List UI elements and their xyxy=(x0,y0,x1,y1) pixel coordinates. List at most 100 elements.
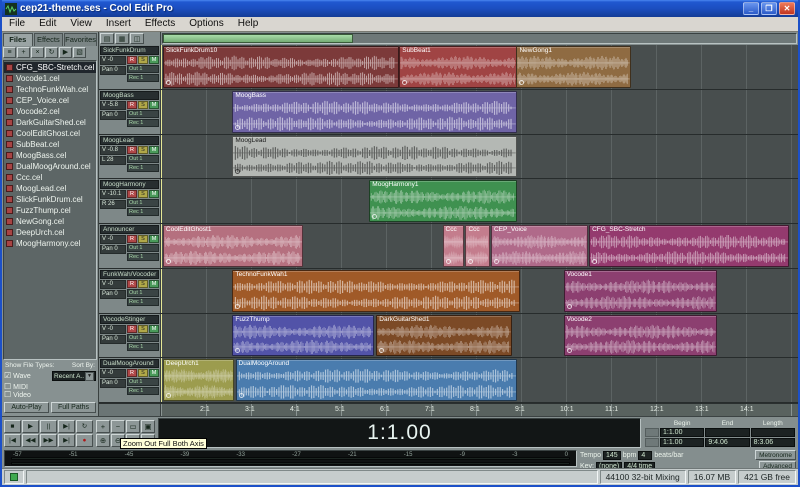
audio-clip[interactable]: SlickFunkDrum10 xyxy=(163,46,399,88)
track-lane[interactable]: DeepUrch1DualMoogAround xyxy=(161,358,798,402)
play-file-icon[interactable]: ▶ xyxy=(59,47,72,58)
file-item[interactable]: CoolEditGhost.cel xyxy=(4,128,96,139)
file-item[interactable]: MoogBass.cel xyxy=(4,150,96,161)
audio-clip[interactable]: MoogHarmony1 xyxy=(369,180,517,222)
track-pan[interactable]: Pan 0 xyxy=(100,379,126,388)
mute-button[interactable]: M xyxy=(149,190,159,198)
record-arm-button[interactable]: R xyxy=(127,325,137,333)
audio-clip[interactable]: CoolEditGhost1 xyxy=(163,225,303,267)
audio-clip[interactable]: NewGong1 xyxy=(516,46,631,88)
solo-button[interactable]: S xyxy=(138,325,148,333)
options-icon[interactable]: ▧ xyxy=(73,47,86,58)
record-arm-button[interactable]: R xyxy=(127,190,137,198)
track-volume[interactable]: V -0.8 xyxy=(100,146,126,155)
track-lane[interactable]: FuzzThumpDarkGuitarShed1Vocode2 xyxy=(161,314,798,358)
level-meter[interactable]: -57-51-45-39-33-27-21-15-9-30 xyxy=(4,450,577,467)
track-name[interactable]: MoogBass xyxy=(100,91,159,100)
track-volume[interactable]: V -0 xyxy=(100,235,126,244)
import-file-icon[interactable]: ≡ xyxy=(3,47,16,58)
audio-clip[interactable]: CFG_SBC-Stretch xyxy=(589,225,789,267)
record-arm-button[interactable]: R xyxy=(127,280,137,288)
audio-clip[interactable]: MoogLead xyxy=(232,136,517,178)
scrollbar-thumb[interactable] xyxy=(163,34,353,43)
track-output[interactable]: Out 1 xyxy=(127,289,159,297)
minimize-button[interactable]: _ xyxy=(743,2,759,15)
file-item[interactable]: TechnoFunkWah.cel xyxy=(4,84,96,95)
audio-clip[interactable]: SubBeat1 xyxy=(399,46,517,88)
record-arm-button[interactable]: R xyxy=(127,56,137,64)
loop-play-button[interactable]: ↻ xyxy=(76,420,93,433)
track-pan[interactable]: Pan 0 xyxy=(100,245,126,254)
solo-button[interactable]: S xyxy=(138,280,148,288)
rewind-button[interactable]: ◀◀ xyxy=(22,434,39,447)
zoom-out-icon[interactable]: − xyxy=(111,420,125,433)
tempo-field[interactable]: 145 xyxy=(603,451,621,460)
maximize-button[interactable]: ❐ xyxy=(761,2,777,15)
file-item[interactable]: MoogHarmony.cel xyxy=(4,238,96,249)
zoom-in-horizontal-icon[interactable]: ⊕ xyxy=(96,434,110,447)
go-to-end-button[interactable]: ▶| xyxy=(58,434,75,447)
view-field[interactable]: 1:1.00 xyxy=(660,438,704,447)
track-name[interactable]: FunkWah/Vocoder xyxy=(100,270,159,279)
file-item[interactable]: DarkGuitarShed.cel xyxy=(4,117,96,128)
track-volume[interactable]: V -0 xyxy=(100,280,126,289)
stop-button[interactable]: ■ xyxy=(4,420,21,433)
menu-view[interactable]: View xyxy=(63,17,99,31)
audio-clip[interactable]: Ccc xyxy=(465,225,489,267)
metronome-button[interactable]: Metronome xyxy=(755,450,796,460)
mute-button[interactable]: M xyxy=(149,280,159,288)
audio-clip[interactable]: CEP_Voice xyxy=(491,225,588,267)
track-lane[interactable]: MoogHarmony1 xyxy=(161,179,798,223)
audio-clip[interactable]: DeepUrch1 xyxy=(163,359,234,401)
track-lane[interactable]: CoolEditGhost1CccCccCEP_VoiceCFG_SBC-Str… xyxy=(161,224,798,268)
mute-button[interactable]: M xyxy=(149,146,159,154)
sort-by-select[interactable]: Recent A.. ▼ xyxy=(52,371,96,381)
record-arm-button[interactable]: R xyxy=(127,146,137,154)
audio-clip[interactable]: Vocode1 xyxy=(564,270,718,312)
file-item[interactable]: Vocode2.cel xyxy=(4,106,96,117)
record-arm-button[interactable]: R xyxy=(127,235,137,243)
remove-file-icon[interactable]: × xyxy=(31,47,44,58)
ruler-scale[interactable]: 2:13:14:15:16:17:18:19:110:111:112:113:1… xyxy=(161,404,798,416)
sel-field[interactable] xyxy=(705,428,749,437)
track-name[interactable]: SickFunkDrum xyxy=(100,46,159,55)
mute-button[interactable]: M xyxy=(149,101,159,109)
audio-clip[interactable]: Ccc xyxy=(443,225,465,267)
track-pan[interactable]: Pan 0 xyxy=(100,111,126,120)
track-output[interactable]: Out 1 xyxy=(127,244,159,252)
track-record-device[interactable]: Rec 1 xyxy=(127,253,159,261)
solo-button[interactable]: S xyxy=(138,190,148,198)
track-pan[interactable]: R 26 xyxy=(100,200,126,209)
menu-file[interactable]: File xyxy=(2,17,32,31)
solo-button[interactable]: S xyxy=(138,146,148,154)
audio-clip[interactable]: FuzzThump xyxy=(232,315,374,357)
mute-button[interactable]: M xyxy=(149,235,159,243)
track-pan[interactable]: Pan 0 xyxy=(100,335,126,344)
zoom-in-icon[interactable]: + xyxy=(96,420,110,433)
timeline-ruler[interactable]: 2:13:14:15:16:17:18:19:110:111:112:113:1… xyxy=(99,403,798,416)
file-item[interactable]: FuzzThump.cel xyxy=(4,205,96,216)
audio-clip[interactable]: TechnoFunkWah1 xyxy=(232,270,520,312)
auto-play-button[interactable]: Auto-Play xyxy=(4,402,49,413)
beats-field[interactable]: 4 xyxy=(638,451,652,460)
mute-button[interactable]: M xyxy=(149,56,159,64)
track-output[interactable]: Out 1 xyxy=(127,199,159,207)
add-file-icon[interactable]: + xyxy=(17,47,30,58)
track-record-device[interactable]: Rec 1 xyxy=(127,298,159,306)
file-item[interactable]: Vocode1.cel xyxy=(4,73,96,84)
file-item[interactable]: CFG_SBC-Stretch.cel xyxy=(4,62,96,73)
file-list[interactable]: CFG_SBC-Stretch.celVocode1.celTechnoFunk… xyxy=(3,60,97,360)
solo-button[interactable]: S xyxy=(138,56,148,64)
menu-options[interactable]: Options xyxy=(182,17,230,31)
multitrack-view-icon[interactable]: ▦ xyxy=(115,33,129,44)
waveform-view-icon[interactable]: ▤ xyxy=(100,33,114,44)
track-record-device[interactable]: Rec 1 xyxy=(127,208,159,216)
track-volume[interactable]: V -0 xyxy=(100,325,126,334)
horizontal-scrollbar[interactable] xyxy=(162,33,797,44)
file-item[interactable]: MoogLead.cel xyxy=(4,183,96,194)
track-lane[interactable]: MoogLead xyxy=(161,135,798,179)
close-button[interactable]: ✕ xyxy=(779,2,795,15)
audio-clip[interactable]: Vocode2 xyxy=(564,315,718,357)
menu-effects[interactable]: Effects xyxy=(138,17,182,31)
track-output[interactable]: Out 1 xyxy=(127,378,159,386)
